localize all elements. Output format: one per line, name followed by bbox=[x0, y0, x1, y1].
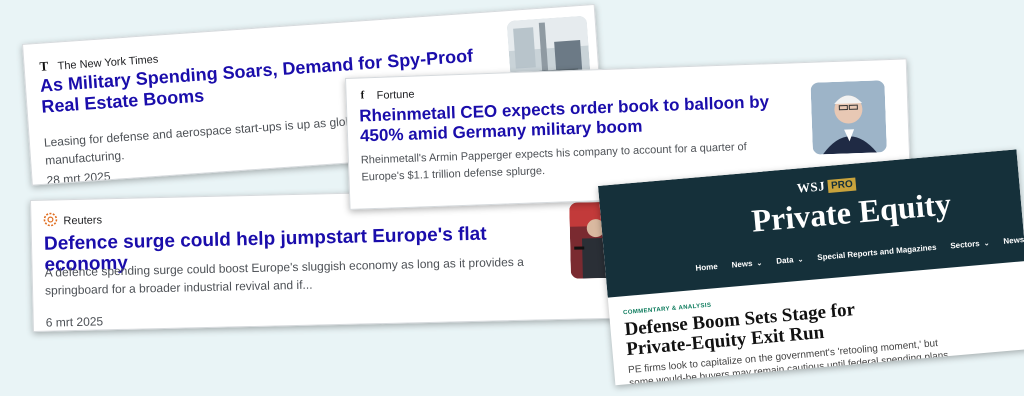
chevron-down-icon: ⌄ bbox=[797, 255, 804, 264]
nav-item-sectors[interactable]: Sectors ⌄ bbox=[950, 238, 990, 251]
source-line: Reuters bbox=[43, 211, 102, 229]
article-headline-link[interactable]: Rheinmetall CEO expects order book to ba… bbox=[359, 92, 790, 147]
wsj-article-card[interactable]: WSJ PRO Private Equity Home News ⌄ Data ⌄ … bbox=[598, 149, 1024, 386]
reuters-news-card[interactable]: Reuters Defence surge could help jumpsta… bbox=[30, 186, 635, 332]
nyt-t-logo-icon: T bbox=[38, 58, 52, 76]
article-date: 6 mrt 2025 bbox=[45, 314, 104, 330]
nav-item-data[interactable]: Data ⌄ bbox=[776, 254, 804, 265]
article-date: 28 mrt 2025 bbox=[46, 169, 111, 186]
source-name: Reuters bbox=[63, 213, 103, 227]
article-thumbnail[interactable] bbox=[810, 80, 887, 155]
reuters-logo-icon bbox=[43, 212, 58, 229]
fortune-f-logo-icon: f bbox=[358, 88, 371, 103]
nav-item-home[interactable]: Home bbox=[695, 262, 718, 273]
svg-text:T: T bbox=[39, 59, 49, 73]
nav-item-news[interactable]: News ⌄ bbox=[731, 258, 762, 270]
svg-text:f: f bbox=[360, 89, 364, 100]
chevron-down-icon: ⌄ bbox=[756, 259, 763, 267]
source-name: Fortune bbox=[376, 88, 415, 102]
source-line: f Fortune bbox=[358, 87, 414, 104]
wsj-logo-text: WSJ bbox=[796, 178, 826, 196]
pro-badge: PRO bbox=[827, 177, 857, 193]
nav-item-special-reports[interactable]: Special Reports and Magazines bbox=[817, 243, 937, 262]
nav-item-newsletters[interactable]: Newsletters bbox=[1003, 233, 1024, 246]
chevron-down-icon: ⌄ bbox=[983, 239, 990, 248]
